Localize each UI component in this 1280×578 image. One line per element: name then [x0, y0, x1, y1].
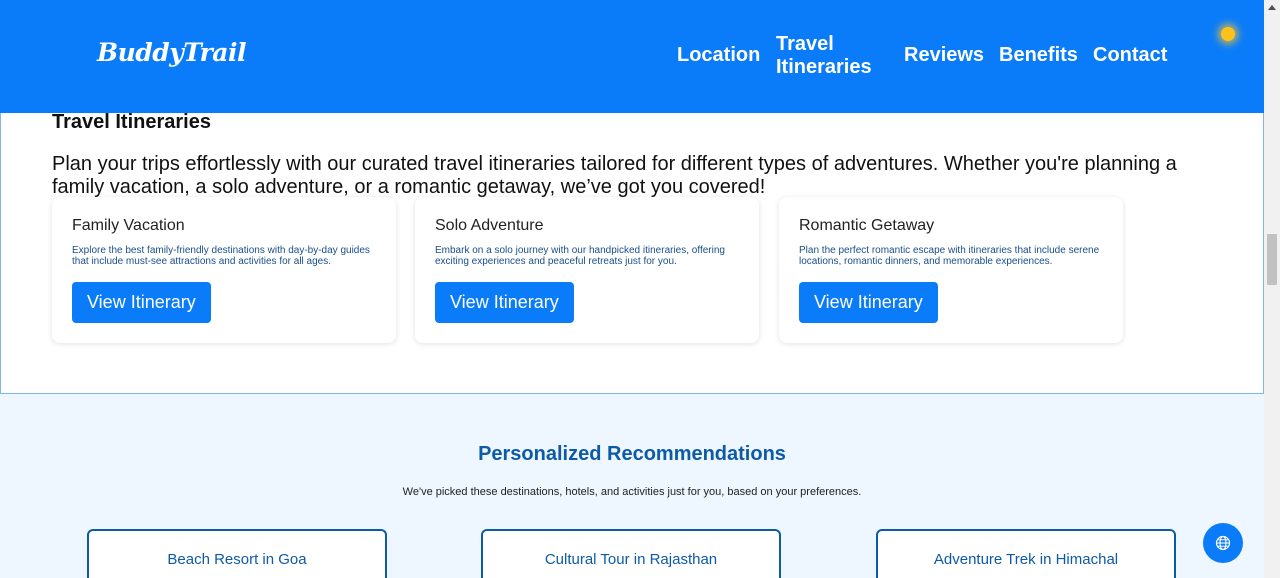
section-intro: Plan your trips effortlessly with our cu… — [52, 153, 1177, 198]
recommendations-subtitle: We've picked these destinations, hotels,… — [402, 486, 862, 498]
site-header: BuddyTrail Location Travel Itineraries R… — [0, 0, 1264, 113]
recommendation-label: Adventure Trek in Himachal — [933, 551, 1119, 568]
vertical-scrollbar[interactable] — [1264, 0, 1280, 578]
card-title: Solo Adventure — [435, 217, 544, 234]
scrollbar-thumb[interactable] — [1267, 234, 1277, 285]
view-itinerary-button[interactable]: View Itinerary — [72, 282, 211, 323]
nav-link-contact[interactable]: Contact — [1093, 44, 1167, 67]
recommendation-card-rajasthan[interactable]: Cultural Tour in Rajasthan — [481, 529, 781, 578]
nav-link-benefits[interactable]: Benefits — [999, 44, 1078, 67]
nav-link-location[interactable]: Location — [677, 44, 760, 67]
recommendations-title: Personalized Recommendations — [478, 443, 786, 465]
card-title: Romantic Getaway — [799, 217, 935, 234]
nav-link-travel-itineraries[interactable]: Travel Itineraries — [776, 33, 886, 79]
globe-icon — [1215, 535, 1231, 551]
nav-link-reviews[interactable]: Reviews — [904, 44, 984, 67]
scroll-up-arrow-icon[interactable] — [1268, 5, 1276, 10]
language-button[interactable] — [1203, 523, 1243, 563]
card-description: Explore the best family-friendly destina… — [72, 245, 370, 267]
itinerary-card-romantic: Romantic Getaway Plan the perfect romant… — [779, 197, 1123, 343]
section-title: Travel Itineraries — [52, 111, 211, 133]
site-logo[interactable]: BuddyTrail — [97, 38, 246, 67]
recommendation-card-goa[interactable]: Beach Resort in Goa — [87, 529, 387, 578]
view-itinerary-button[interactable]: View Itinerary — [799, 282, 938, 323]
card-description: Plan the perfect romantic escape with it… — [799, 245, 1100, 267]
recommendation-label: Beach Resort in Goa — [167, 551, 307, 568]
travel-itineraries-section: Travel Itineraries Plan your trips effor… — [0, 111, 1264, 394]
itinerary-card-solo: Solo Adventure Embark on a solo journey … — [415, 197, 759, 343]
recommendation-label: Cultural Tour in Rajasthan — [544, 551, 718, 568]
card-description: Embark on a solo journey with our handpi… — [435, 245, 725, 267]
sun-icon[interactable] — [1221, 27, 1235, 41]
card-title: Family Vacation — [72, 217, 185, 234]
recommendation-card-himachal[interactable]: Adventure Trek in Himachal — [876, 529, 1176, 578]
itinerary-card-family: Family Vacation Explore the best family-… — [52, 197, 396, 343]
view-itinerary-button[interactable]: View Itinerary — [435, 282, 574, 323]
